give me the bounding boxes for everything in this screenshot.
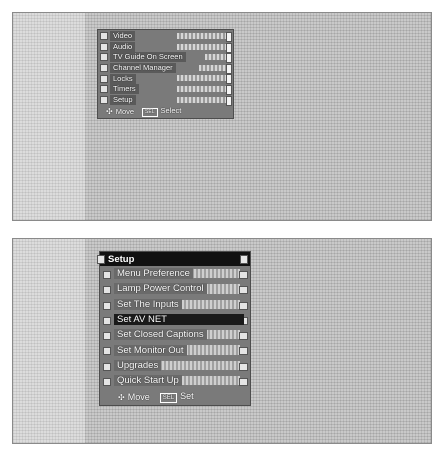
move-hint: ✣ Move	[106, 106, 135, 116]
menu-bullet-icon	[103, 286, 111, 295]
move-arrows-icon: ✣	[118, 392, 125, 402]
item-end-icon	[239, 378, 248, 387]
screen-side-panel	[13, 239, 85, 443]
bar-tip-icon	[226, 42, 232, 53]
menu-item-setup[interactable]: Setup	[98, 94, 233, 106]
item-end-icon	[239, 286, 248, 295]
tv-screen-setup-menu: Setup Menu Preference Lamp Power Control…	[12, 238, 432, 444]
move-hint: ✣ Move	[118, 391, 150, 402]
menu-bullet-icon	[100, 74, 108, 83]
setup-item-set-monitor-out[interactable]: Set Monitor Out	[100, 342, 250, 357]
move-arrows-icon: ✣	[106, 106, 113, 116]
screen-side-panel	[13, 13, 85, 220]
menu-item-tv-guide[interactable]: TV Guide On Screen	[98, 52, 233, 64]
menu-item-bar	[177, 42, 232, 53]
bar-tip-icon	[226, 32, 232, 42]
menu-item-bar	[177, 74, 232, 85]
setup-item-set-closed-captions[interactable]: Set Closed Captions	[100, 327, 250, 342]
sel-key-icon: SEL	[142, 107, 158, 117]
menu-footer: ✣ Move SEL Select	[98, 105, 233, 117]
tv-screen-main-menu: Video Audio TV Guide On Screen Channel M…	[12, 12, 432, 221]
item-end-icon	[239, 332, 248, 341]
bar-tip-icon	[226, 74, 232, 85]
menu-item-channel-manager[interactable]: Channel Manager	[98, 63, 233, 74]
setup-item-set-the-inputs[interactable]: Set The Inputs	[100, 297, 250, 312]
title-bullet-icon	[97, 255, 105, 264]
menu-bullet-icon	[103, 271, 111, 279]
bar-tip-icon	[226, 84, 232, 95]
menu-item-audio[interactable]: Audio	[98, 41, 233, 53]
set-hint: SEL Set	[159, 391, 194, 403]
menu-bullet-icon	[100, 53, 108, 62]
item-end-icon	[239, 301, 248, 310]
menu-item-bar	[177, 32, 232, 42]
title-arrow-icon	[240, 255, 248, 264]
setup-item-menu-preference[interactable]: Menu Preference	[100, 266, 250, 281]
sel-key-icon: SEL	[159, 392, 178, 403]
select-hint: SEL Select	[142, 106, 181, 117]
menu-item-bar	[177, 84, 232, 95]
menu-bullet-icon	[103, 347, 111, 356]
menu-bullet-icon	[100, 95, 108, 104]
setup-item-upgrades[interactable]: Upgrades	[100, 358, 250, 373]
bar-tip-icon	[226, 63, 232, 74]
menu-bullet-icon	[103, 332, 111, 341]
setup-item-lamp-power-control[interactable]: Lamp Power Control	[100, 281, 250, 296]
item-end-icon	[239, 271, 248, 279]
menu-bullet-icon	[103, 316, 111, 325]
setup-menu-title: Setup	[97, 252, 250, 266]
menu-bullet-icon	[100, 42, 108, 51]
setup-item-set-av-net[interactable]: Set AV NET	[100, 312, 250, 327]
menu-item-bar	[205, 53, 232, 64]
menu-bullet-icon	[100, 64, 108, 73]
setup-menu-footer: ✣ Move SEL Set	[100, 388, 250, 403]
menu-item-locks[interactable]: Locks	[98, 73, 233, 85]
menu-item-bar	[199, 63, 232, 74]
item-end-icon	[239, 362, 248, 371]
menu-bullet-icon	[103, 301, 111, 310]
main-menu: Video Audio TV Guide On Screen Channel M…	[97, 29, 234, 120]
menu-bullet-icon	[103, 378, 111, 387]
menu-item-video[interactable]: Video	[98, 31, 233, 42]
bar-tip-icon	[226, 95, 232, 106]
menu-bullet-icon	[100, 85, 108, 94]
menu-bullet-icon	[103, 362, 111, 371]
bar-tip-icon	[226, 53, 232, 64]
menu-bullet-icon	[100, 32, 108, 41]
menu-item-bar	[177, 95, 232, 106]
setup-item-quick-start-up[interactable]: Quick Start Up	[100, 373, 250, 388]
menu-item-timers[interactable]: Timers	[98, 84, 233, 95]
item-end-icon	[239, 347, 248, 356]
setup-menu: Setup Menu Preference Lamp Power Control…	[97, 251, 251, 407]
